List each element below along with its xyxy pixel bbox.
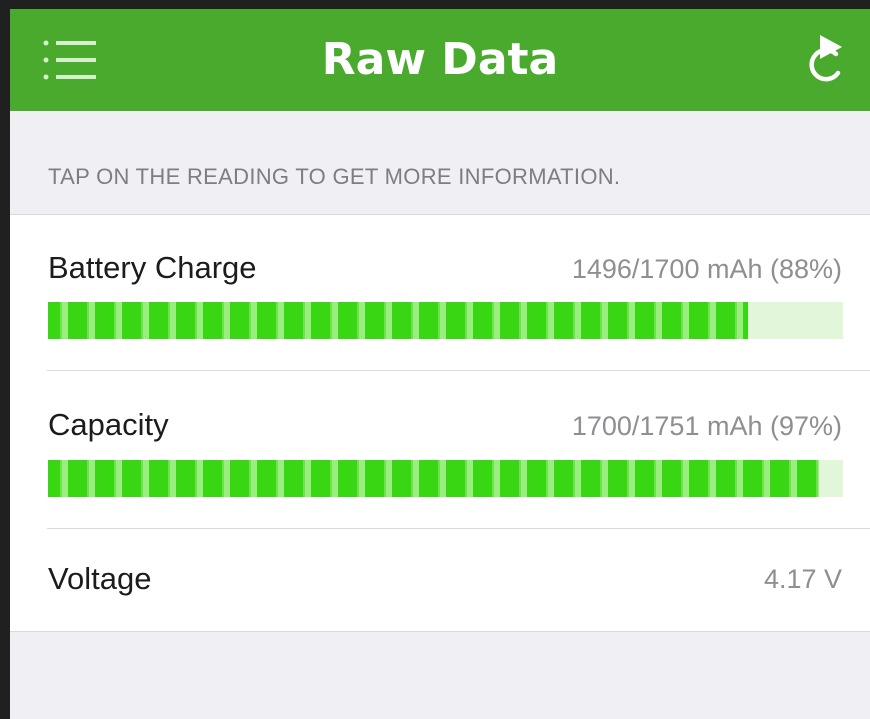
capacity-bar (48, 460, 843, 497)
hamburger-menu-icon (43, 40, 96, 80)
reading-label: Voltage (48, 561, 152, 596)
reading-label: Battery Charge (48, 250, 257, 285)
section-header: TAP ON THE READING TO GET MORE INFORMATI… (48, 164, 621, 189)
reading-value: 1496/1700 mAh (88%) (571, 254, 842, 284)
reading-value: 1700/1751 mAh (97%) (571, 411, 842, 441)
refresh-button[interactable] (798, 33, 850, 91)
app-screen: Raw Data TAP ON THE READING TO GET MORE … (10, 9, 870, 719)
reading-label: Capacity (48, 407, 169, 442)
reading-value: 4.17 V (763, 564, 842, 594)
readings-list: Battery Charge 1496/1700 mAh (88%) Capac… (10, 214, 870, 632)
battery-charge-bar-fill (48, 302, 748, 339)
capacity-bar-fill (48, 460, 820, 497)
refresh-icon (809, 35, 842, 82)
page-title: Raw Data (321, 34, 559, 85)
reading-row-capacity[interactable]: Capacity 1700/1751 mAh (97%) (10, 371, 870, 529)
battery-charge-bar (48, 302, 843, 339)
reading-row-battery-charge[interactable]: Battery Charge 1496/1700 mAh (88%) (10, 215, 870, 371)
reading-row-voltage[interactable]: Voltage 4.17 V (10, 529, 870, 631)
navigation-bar: Raw Data (10, 9, 870, 111)
menu-button[interactable] (42, 39, 102, 83)
